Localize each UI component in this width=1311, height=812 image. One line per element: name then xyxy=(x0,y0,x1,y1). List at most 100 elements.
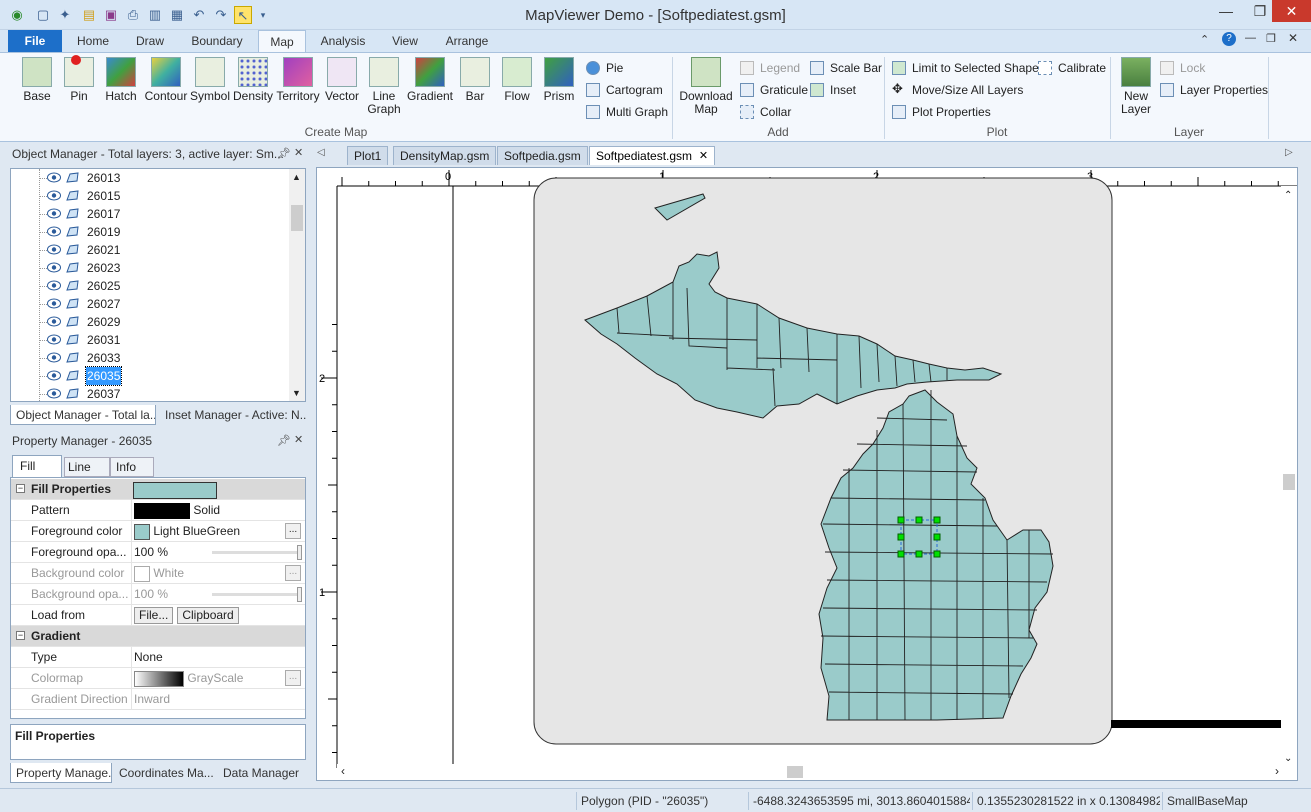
scroll-down-icon[interactable]: ⌄ xyxy=(1284,753,1292,764)
tab-inset-manager[interactable]: Inset Manager - Active: N... xyxy=(160,405,306,425)
density-map-button[interactable]: Density xyxy=(231,57,275,103)
line-graph-map-button[interactable]: Line Graph xyxy=(365,57,403,116)
visibility-eye-icon[interactable] xyxy=(47,316,61,327)
slider-knob[interactable] xyxy=(297,587,302,602)
visibility-eye-icon[interactable] xyxy=(47,298,61,309)
doc-tab-plot1[interactable]: Plot1 xyxy=(347,146,389,165)
mdi-minimize-icon[interactable]: — xyxy=(1245,32,1256,44)
visibility-eye-icon[interactable] xyxy=(47,262,61,273)
visibility-eye-icon[interactable] xyxy=(47,244,61,255)
multi-graph-map-button[interactable]: Multi Graph xyxy=(586,103,668,121)
collapse-icon[interactable]: − xyxy=(16,631,25,640)
visibility-eye-icon[interactable] xyxy=(47,172,61,183)
scroll-up-icon[interactable]: ⌃ xyxy=(1284,190,1292,201)
plot-canvas[interactable]: 0 1 2 3 2 1 ⌃ ⌄ ‹ › xyxy=(316,167,1298,781)
minimize-button[interactable]: — xyxy=(1209,0,1243,22)
background-opacity-row[interactable]: Background opa... 100 % xyxy=(11,584,305,605)
resize-handle-ne[interactable] xyxy=(933,516,941,524)
resize-handle-sw[interactable] xyxy=(897,550,905,558)
pin-icon[interactable]: 📌︎ xyxy=(277,434,291,447)
fill-properties-category[interactable]: − Fill Properties xyxy=(11,479,305,500)
foreground-opacity-row[interactable]: Foreground opa... 100 % xyxy=(11,542,305,563)
flow-map-button[interactable]: Flow xyxy=(498,57,536,103)
background-opacity-slider[interactable] xyxy=(212,587,302,602)
collapse-ribbon-icon[interactable]: ⌃ xyxy=(1200,33,1209,46)
resize-handle-nw[interactable] xyxy=(897,516,905,524)
background-color-row[interactable]: Background color White... xyxy=(11,563,305,584)
doc-tab-softpediatest[interactable]: Softpediatest.gsm ✕ xyxy=(589,146,716,165)
tree-item[interactable]: 26033 xyxy=(11,349,291,367)
hatch-map-button[interactable]: Hatch xyxy=(102,57,140,103)
collar-button[interactable]: Collar xyxy=(740,103,791,121)
visibility-eye-icon[interactable] xyxy=(47,334,61,345)
visibility-eye-icon[interactable] xyxy=(47,388,61,399)
tree-item[interactable]: 26037 xyxy=(11,385,291,401)
tree-item[interactable]: 26023 xyxy=(11,259,291,277)
foreground-opacity-slider[interactable] xyxy=(212,545,302,560)
tab-data-manager[interactable]: Data Manager xyxy=(218,763,308,783)
territory-map-button[interactable]: Territory xyxy=(275,57,321,103)
visibility-eye-icon[interactable] xyxy=(47,208,61,219)
visibility-eye-icon[interactable] xyxy=(47,226,61,237)
canvas-scroll-thumb-v[interactable] xyxy=(1283,474,1295,490)
cartogram-map-button[interactable]: Cartogram xyxy=(586,81,663,99)
tree-item[interactable]: 26025 xyxy=(11,277,291,295)
doc-tab-close-icon[interactable]: ✕ xyxy=(699,147,708,165)
colormap-more-button[interactable]: ... xyxy=(285,670,301,686)
resize-handle-n[interactable] xyxy=(915,516,923,524)
tree-item[interactable]: 26031 xyxy=(11,331,291,349)
tree-item[interactable]: 26029 xyxy=(11,313,291,331)
tab-draw[interactable]: Draw xyxy=(124,30,176,52)
limit-to-selected-shape-button[interactable]: Limit to Selected Shape xyxy=(892,59,1039,77)
background-color-more-button[interactable]: ... xyxy=(285,565,301,581)
plot-svg[interactable]: 0 1 2 3 2 1 xyxy=(317,168,1298,781)
visibility-eye-icon[interactable] xyxy=(47,280,61,291)
tab-home[interactable]: Home xyxy=(66,30,120,52)
tab-fill[interactable]: Fill xyxy=(12,455,62,477)
bar-map-button[interactable]: Bar xyxy=(457,57,493,103)
tree-item[interactable]: 26021 xyxy=(11,241,291,259)
slider-knob[interactable] xyxy=(297,545,302,560)
foreground-color-more-button[interactable]: ... xyxy=(285,523,301,539)
canvas-horizontal-scrollbar[interactable]: ‹ › xyxy=(337,764,1283,780)
doc-tab-densitymap[interactable]: DensityMap.gsm xyxy=(393,146,497,165)
tab-coordinates-manager[interactable]: Coordinates Ma... xyxy=(114,763,218,783)
tab-arrange[interactable]: Arrange xyxy=(434,30,500,52)
canvas-vertical-scrollbar[interactable]: ⌃ ⌄ xyxy=(1281,186,1297,766)
panel-close-icon[interactable]: ✕ xyxy=(294,146,303,159)
gradient-type-row[interactable]: Type None xyxy=(11,647,305,668)
tree-scrollbar[interactable]: ▲ ▼ xyxy=(289,169,305,401)
layer-properties-button[interactable]: Layer Properties xyxy=(1160,81,1268,99)
graticule-button[interactable]: Graticule xyxy=(740,81,808,99)
tabs-scroll-left-icon[interactable]: ◁ xyxy=(317,147,325,158)
inset-button[interactable]: Inset xyxy=(810,81,856,99)
tab-view[interactable]: View xyxy=(380,30,430,52)
new-layer-button[interactable]: New Layer xyxy=(1116,57,1156,116)
pie-map-button[interactable]: Pie xyxy=(586,59,623,77)
help-icon[interactable]: ? xyxy=(1222,32,1236,46)
vector-map-button[interactable]: Vector xyxy=(322,57,362,103)
tree-item[interactable]: 26015 xyxy=(11,187,291,205)
tree-item[interactable]: 26013 xyxy=(11,169,291,187)
tab-boundary[interactable]: Boundary xyxy=(180,30,254,52)
pin-icon[interactable]: 📌︎ xyxy=(277,147,291,160)
collapse-icon[interactable]: − xyxy=(16,484,25,493)
tab-line[interactable]: Line xyxy=(64,457,110,477)
base-map-button[interactable]: Base xyxy=(20,57,54,103)
calibrate-button[interactable]: Calibrate xyxy=(1038,59,1106,77)
load-clipboard-button[interactable]: Clipboard xyxy=(177,607,239,625)
tab-property-manager[interactable]: Property Manage... xyxy=(10,763,112,783)
gradient-direction-row[interactable]: Gradient Direction Inward xyxy=(11,689,305,710)
scroll-down-icon[interactable]: ▼ xyxy=(292,388,301,398)
scroll-left-icon[interactable]: ‹ xyxy=(341,764,345,778)
move-size-all-layers-button[interactable]: ✥ Move/Size All Layers xyxy=(892,81,1023,99)
scale-bar-button[interactable]: Scale Bar xyxy=(810,59,882,77)
panel-close-icon[interactable]: ✕ xyxy=(294,433,303,446)
resize-handle-w[interactable] xyxy=(897,533,905,541)
tree-item[interactable]: 26027 xyxy=(11,295,291,313)
visibility-eye-icon[interactable] xyxy=(47,352,61,363)
tab-object-manager[interactable]: Object Manager - Total la... xyxy=(10,405,156,425)
colormap-row[interactable]: Colormap GrayScale... xyxy=(11,668,305,689)
canvas-scroll-thumb-h[interactable] xyxy=(787,766,803,778)
resize-handle-se[interactable] xyxy=(933,550,941,558)
